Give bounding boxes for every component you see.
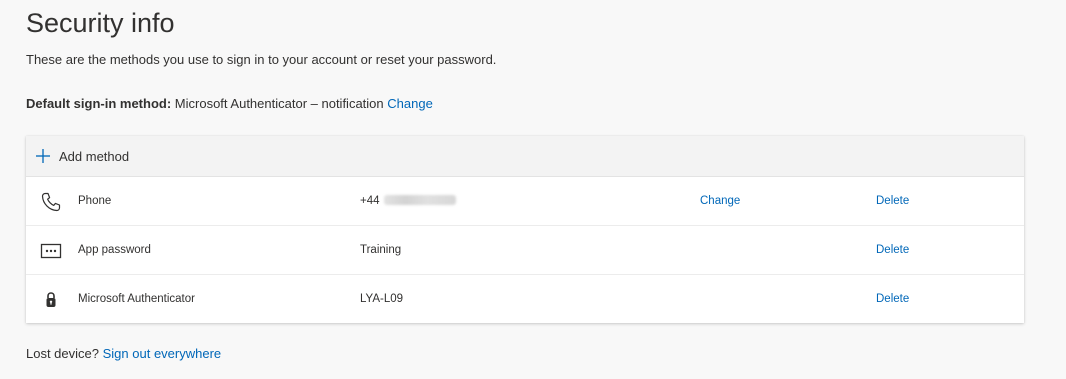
lost-device-line: Lost device? Sign out everywhere [26, 346, 221, 361]
default-method-label: Default sign-in method: [26, 96, 172, 111]
method-detail: LYA-L09 [360, 293, 404, 305]
delete-phone-link[interactable]: Delete [876, 195, 909, 207]
phone-icon [40, 191, 62, 213]
obscured-phone-number [383, 195, 456, 205]
method-row-authenticator: Microsoft Authenticator LYA-L09 Delete [26, 275, 1024, 323]
default-method-value: Microsoft Authenticator – notification [174, 96, 384, 111]
default-sign-in-method: Default sign-in method: Microsoft Authen… [26, 96, 433, 111]
lock-icon [40, 289, 62, 311]
phone-country-code: +44 [360, 195, 380, 207]
delete-app-password-link[interactable]: Delete [876, 244, 909, 256]
method-name: Phone [78, 195, 112, 207]
methods-card: Add method Phone +44 Change Delete App p… [26, 136, 1024, 323]
sign-out-everywhere-link[interactable]: Sign out everywhere [103, 346, 222, 361]
add-method-button[interactable]: Add method [26, 136, 1024, 177]
change-phone-link[interactable]: Change [700, 195, 740, 207]
add-method-label: Add method [59, 148, 130, 164]
method-detail: Training [360, 244, 402, 256]
method-row-app-password: App password Training Delete [26, 226, 1024, 275]
app-password-icon [40, 240, 62, 262]
page-description: These are the methods you use to sign in… [26, 52, 497, 67]
method-name: Microsoft Authenticator [78, 293, 195, 305]
page-title: Security info [26, 8, 175, 38]
lost-device-text: Lost device? [26, 346, 99, 361]
method-detail: +44 [360, 195, 456, 207]
change-default-method-link[interactable]: Change [387, 96, 433, 111]
delete-authenticator-link[interactable]: Delete [876, 293, 909, 305]
plus-icon [35, 148, 51, 164]
method-row-phone: Phone +44 Change Delete [26, 177, 1024, 226]
method-name: App password [78, 244, 151, 256]
